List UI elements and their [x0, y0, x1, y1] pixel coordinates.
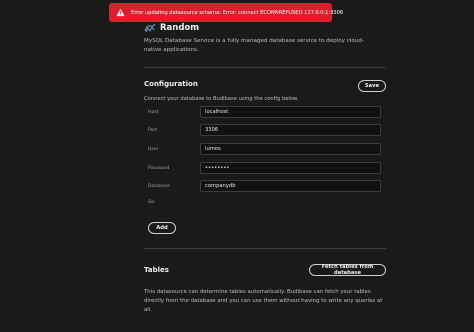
error-toast: Error updating datasource schema: Error:… — [109, 3, 343, 22]
tables-title: Tables — [144, 266, 169, 274]
divider — [144, 248, 386, 249]
toast-message: Error updating datasource schema: Error:… — [131, 9, 344, 16]
host-label: Host — [148, 110, 159, 115]
tables-description: This datasource can determine tables aut… — [144, 289, 383, 313]
datasource-header: Random — [144, 22, 199, 34]
configuration-hint: Connect your database to Budibase using … — [144, 96, 299, 102]
port-label: Port — [148, 128, 158, 133]
user-label: User — [148, 147, 159, 152]
configuration-title: Configuration — [144, 80, 198, 88]
save-button[interactable]: Save — [358, 80, 386, 92]
database-field[interactable]: companydb — [200, 180, 381, 192]
alert-triangle-icon — [115, 8, 125, 18]
password-label: Password — [148, 166, 170, 171]
database-label: Database — [148, 184, 170, 189]
fetch-tables-button[interactable]: Fetch tables from database — [309, 264, 386, 276]
add-button[interactable]: Add — [148, 222, 176, 234]
host-field[interactable]: localhost — [200, 106, 381, 118]
datasource-description: MySQL Database Service is a fully manage… — [144, 38, 364, 53]
divider — [144, 67, 386, 68]
datasource-title: Random — [160, 23, 200, 33]
password-field[interactable]: •••••••• — [200, 162, 381, 174]
user-field[interactable]: lumos — [200, 143, 381, 155]
mysql-icon — [144, 22, 156, 34]
ssl-label: Ssl — [148, 200, 155, 205]
port-field[interactable]: 3306 — [200, 124, 381, 136]
